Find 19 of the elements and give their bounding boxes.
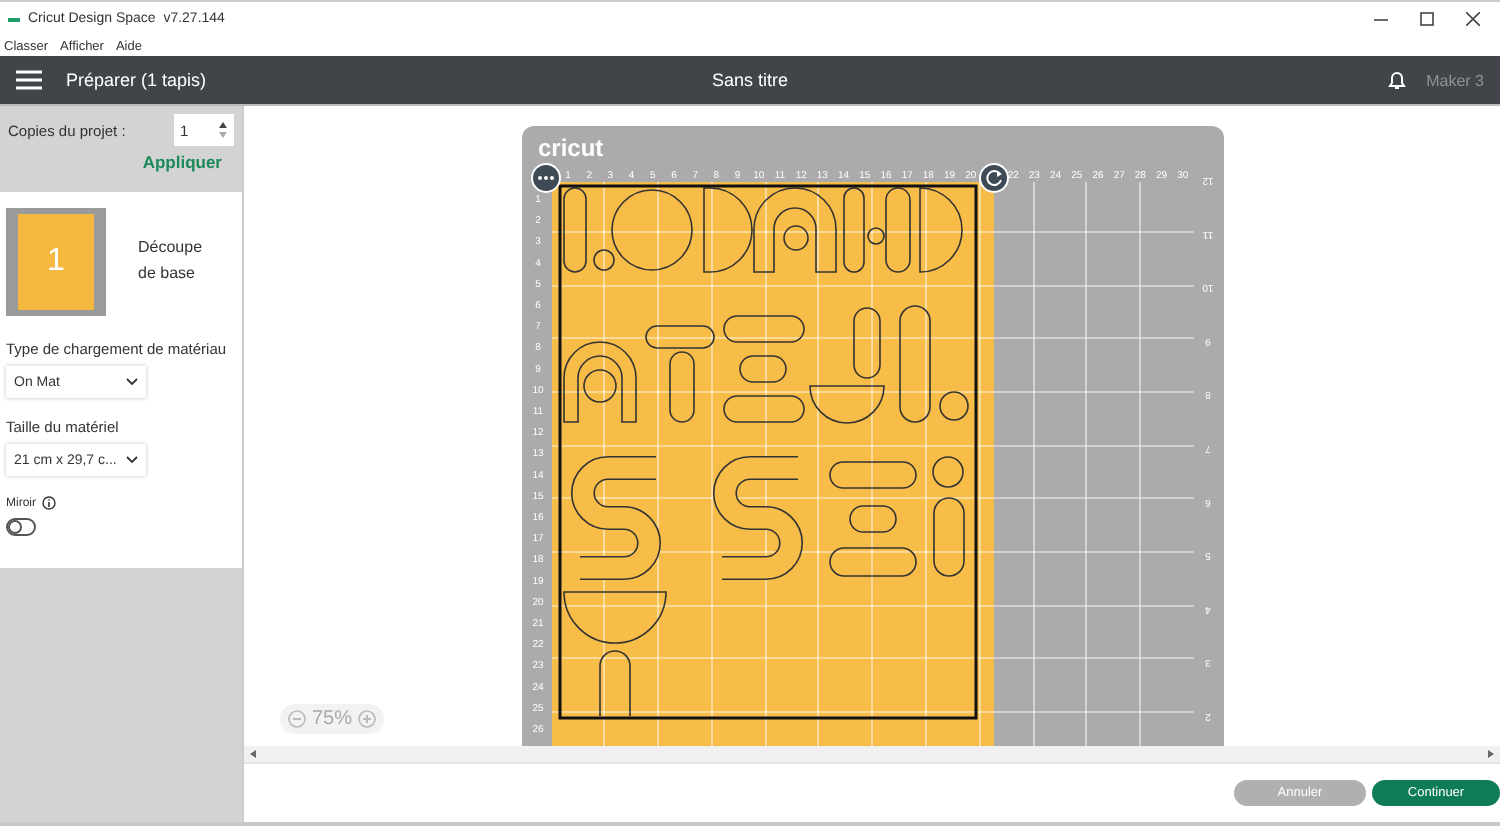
zoom-level: 75%	[312, 708, 353, 730]
maximize-icon[interactable]	[1420, 12, 1434, 26]
document-title: Sans titre	[711, 70, 789, 90]
info-icon[interactable]	[42, 496, 56, 510]
scroll-left-icon[interactable]	[250, 750, 256, 758]
spinner-icon[interactable]	[218, 120, 228, 140]
horizontal-scrollbar[interactable]	[244, 746, 1500, 762]
mirror-toggle[interactable]	[6, 518, 36, 536]
scroll-right-icon[interactable]	[1488, 750, 1494, 758]
page-title: Préparer (1 tapis)	[66, 70, 207, 90]
chevron-icon	[126, 456, 138, 464]
chevron-icon	[126, 378, 138, 386]
rotate-button[interactable]	[978, 163, 1008, 193]
bell-icon[interactable]	[1388, 70, 1407, 90]
mat-brand: cricut	[537, 134, 603, 162]
more-button[interactable]	[530, 163, 560, 193]
menu-icon[interactable]	[16, 70, 42, 90]
mat-name: Découpe de base	[138, 236, 205, 286]
close-icon[interactable]	[1466, 12, 1480, 26]
